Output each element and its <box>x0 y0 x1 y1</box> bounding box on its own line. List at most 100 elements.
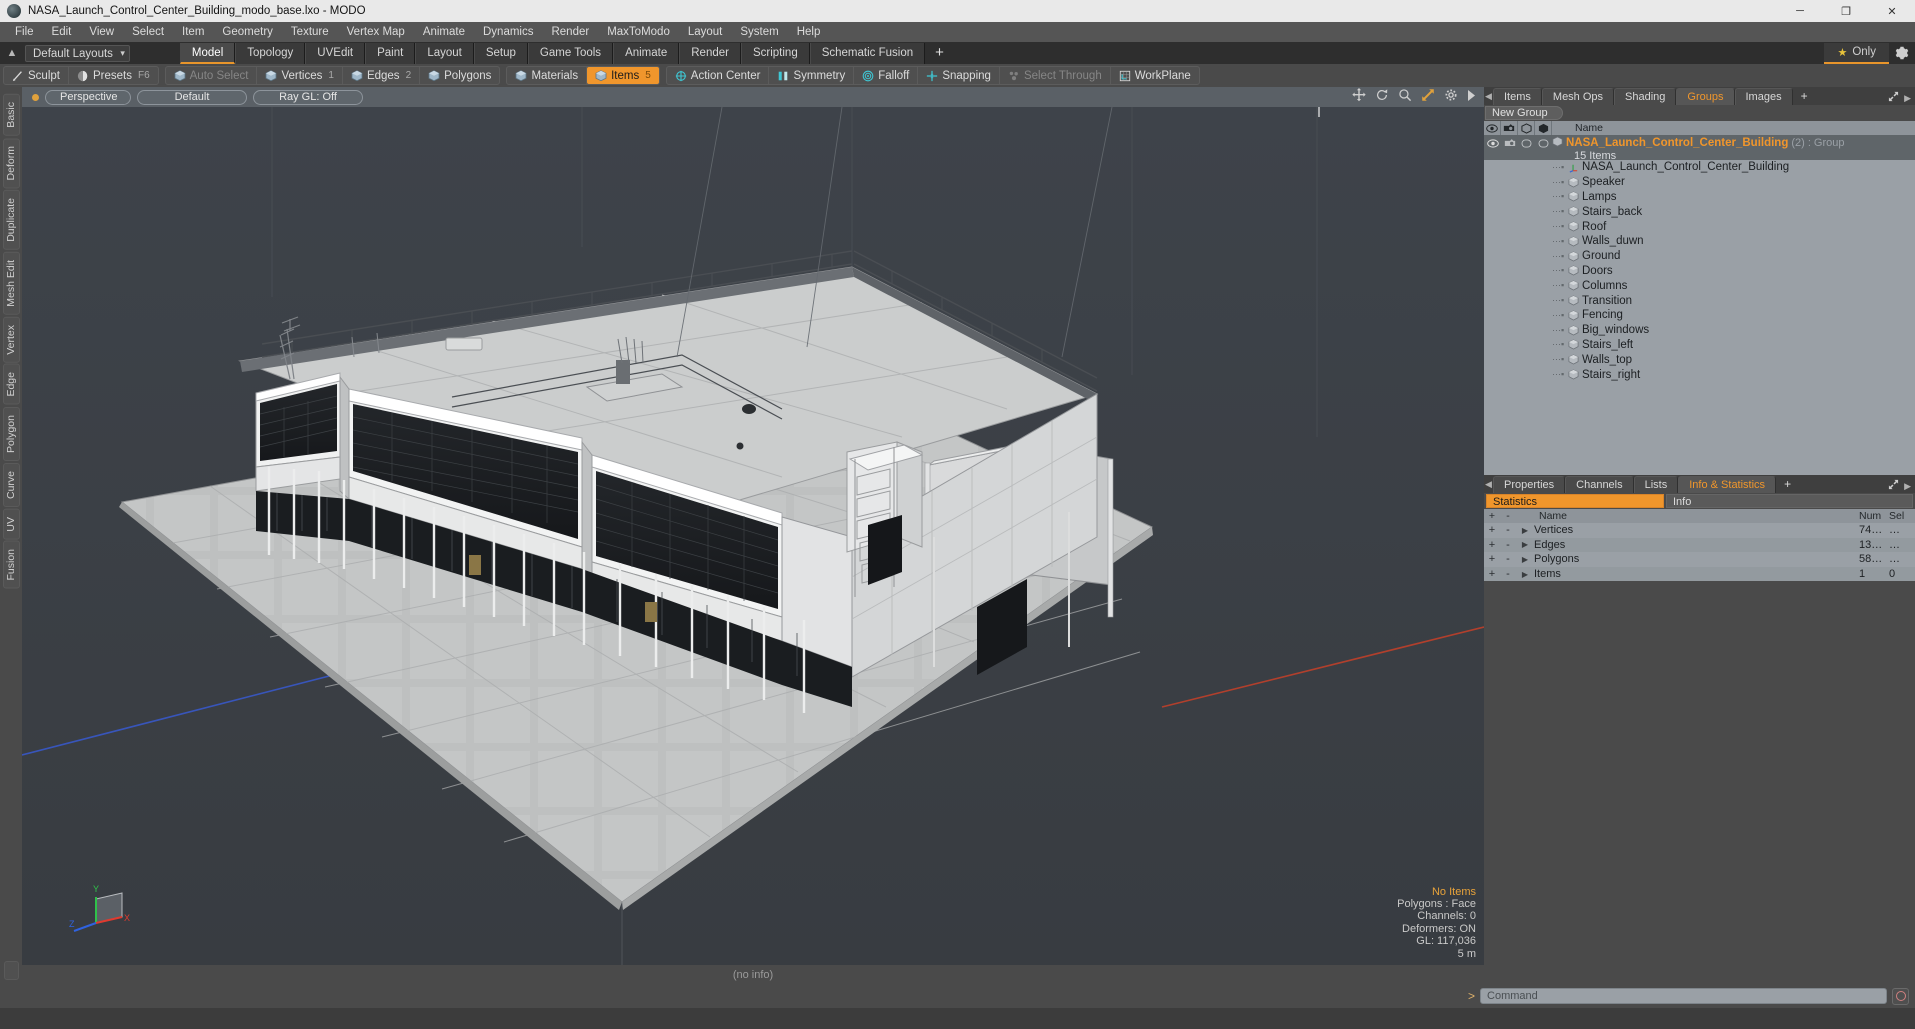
layout-tab-model[interactable]: Model <box>179 43 236 64</box>
tree-item-toggles[interactable] <box>1484 249 1552 263</box>
stats-row-expand-icon[interactable]: ▶ <box>1516 570 1534 579</box>
tree-item-row[interactable]: ⋯▪ NASA_Launch_Control_Center_Building <box>1484 160 1915 175</box>
stats-tab-lists[interactable]: Lists <box>1633 476 1679 493</box>
tool-button-workplane[interactable]: WorkPlane <box>1111 67 1199 84</box>
tree-item-toggles[interactable] <box>1484 294 1552 308</box>
tree-item-toggles[interactable] <box>1484 264 1552 278</box>
panel-tab-images[interactable]: Images <box>1734 88 1793 105</box>
layout-tab-schematic-fusion[interactable]: Schematic Fusion <box>809 43 926 64</box>
stats-row[interactable]: + - ▶ Edges 13…… <box>1484 537 1915 553</box>
fit-icon[interactable] <box>1421 88 1435 107</box>
tree-item-toggles[interactable] <box>1484 308 1552 322</box>
tree-item-toggles[interactable] <box>1484 323 1552 337</box>
tool-button-select-through[interactable]: Select Through <box>1000 67 1111 84</box>
rotate-icon[interactable] <box>1375 88 1389 107</box>
layout-tab-scripting[interactable]: Scripting <box>740 43 810 64</box>
tabs-scroll-left-icon[interactable]: ◀ <box>1484 88 1493 105</box>
left-tab-basic[interactable]: Basic <box>2 94 20 136</box>
tree-item-row[interactable]: ⋯▪ Fencing <box>1484 308 1915 323</box>
stats-row-expand-icon[interactable]: ▶ <box>1516 526 1534 535</box>
menu-item-help[interactable]: Help <box>788 22 830 42</box>
tool-button-auto-select[interactable]: Auto Select <box>166 67 258 84</box>
tree-item-row[interactable]: ⋯▪ Stairs_right <box>1484 367 1915 382</box>
left-tab-polygon[interactable]: Polygon <box>2 406 20 461</box>
view-mode-dropdown[interactable]: Perspective <box>45 89 131 105</box>
stats-row-expand-icon[interactable]: ▶ <box>1516 555 1534 564</box>
layout-tab-render[interactable]: Render <box>679 43 741 64</box>
tree-item-row[interactable]: ⋯▪ Big_windows <box>1484 323 1915 338</box>
tool-button-edges[interactable]: Edges 2 <box>343 67 421 84</box>
add-tab-button[interactable]: + <box>1793 88 1816 105</box>
layout-tab-topology[interactable]: Topology <box>235 43 306 64</box>
panel-tab-items[interactable]: Items <box>1493 88 1542 105</box>
tree-item-row[interactable]: ⋯▪ Doors <box>1484 264 1915 279</box>
stats-tabs-scroll-right-icon[interactable]: ▶ <box>1904 481 1911 492</box>
gear-icon[interactable] <box>1444 88 1458 107</box>
tree-item-toggles[interactable] <box>1484 205 1552 219</box>
layout-tab-layout[interactable]: Layout <box>415 43 474 64</box>
stats-tab-properties[interactable]: Properties <box>1493 476 1566 493</box>
tree-item-toggles[interactable] <box>1484 338 1552 352</box>
tree-item-row[interactable]: ⋯▪ Stairs_left <box>1484 338 1915 353</box>
stats-row-minus[interactable]: - <box>1500 553 1516 565</box>
menu-item-render[interactable]: Render <box>542 22 598 42</box>
tree-item-toggles[interactable] <box>1484 279 1552 293</box>
left-tab-duplicate[interactable]: Duplicate <box>2 190 20 250</box>
info-segment-button[interactable]: Info <box>1666 494 1913 508</box>
tree-item-row[interactable]: ⋯▪ Roof <box>1484 219 1915 234</box>
menu-item-view[interactable]: View <box>80 22 123 42</box>
tree-item-row[interactable]: ⋯▪ Speaker <box>1484 175 1915 190</box>
move-icon[interactable] <box>1352 87 1366 107</box>
raygl-toggle[interactable]: Ray GL: Off <box>253 89 363 105</box>
tabs-scroll-right-icon[interactable]: ▶ <box>1904 93 1911 104</box>
left-tab-edge[interactable]: Edge <box>2 364 20 405</box>
tree-item-row[interactable]: ⋯▪ Transition <box>1484 293 1915 308</box>
maximize-button[interactable]: ❐ <box>1823 0 1869 22</box>
stats-expand-panel-icon[interactable] <box>1888 479 1899 493</box>
tree-item-row[interactable]: ⋯▪ Lamps <box>1484 190 1915 205</box>
viewport-3d[interactable]: Y X Z No Items Polygons : Face Channels:… <box>22 107 1484 965</box>
menu-item-item[interactable]: Item <box>173 22 213 42</box>
menu-item-select[interactable]: Select <box>123 22 173 42</box>
menu-item-vertex-map[interactable]: Vertex Map <box>338 22 414 42</box>
tool-button-falloff[interactable]: Falloff <box>854 67 919 84</box>
tree-item-row[interactable]: ⋯▪ Walls_duwn <box>1484 234 1915 249</box>
left-tab-deform[interactable]: Deform <box>2 137 20 189</box>
panel-tab-groups[interactable]: Groups <box>1676 88 1735 105</box>
stats-row[interactable]: + - ▶ Polygons 58…… <box>1484 552 1915 567</box>
group-wireframe-toggle[interactable] <box>1518 137 1535 149</box>
tree-item-toggles[interactable] <box>1484 353 1552 367</box>
stats-row-plus[interactable]: + <box>1484 539 1500 551</box>
stats-tab-channels[interactable]: Channels <box>1565 476 1634 493</box>
tree-item-row[interactable]: ⋯▪ Stairs_back <box>1484 204 1915 219</box>
shading-mode-dropdown[interactable]: Default <box>137 89 247 105</box>
left-tab-curve[interactable]: Curve <box>2 462 20 507</box>
collapse-arrow-icon[interactable]: ▲ <box>4 47 20 59</box>
menu-item-file[interactable]: File <box>6 22 43 42</box>
stats-row-minus[interactable]: - <box>1500 539 1516 551</box>
left-tabs-extra-button[interactable] <box>3 961 19 980</box>
left-tab-mesh-edit[interactable]: Mesh Edit <box>2 251 20 315</box>
tool-button-materials[interactable]: Materials <box>507 67 588 84</box>
tree-item-toggles[interactable] <box>1484 190 1552 204</box>
stats-row[interactable]: + - ▶ Items 1 0 <box>1484 566 1915 582</box>
menu-item-edit[interactable]: Edit <box>43 22 81 42</box>
stats-row[interactable]: + - ▶ Vertices 74…… <box>1484 523 1915 538</box>
play-icon[interactable] <box>1467 88 1476 106</box>
tool-button-items[interactable]: Items 5 <box>587 67 659 84</box>
minimize-button[interactable]: ─ <box>1777 0 1823 22</box>
layout-tab-animate[interactable]: Animate <box>613 43 680 64</box>
group-tree[interactable]: NASA_Launch_Control_Center_Building (2) … <box>1484 135 1915 475</box>
group-render-toggle[interactable] <box>1501 137 1518 149</box>
tree-item-toggles[interactable] <box>1484 368 1552 382</box>
left-tab-vertex[interactable]: Vertex <box>2 316 20 363</box>
tree-item-row[interactable]: ⋯▪ Walls_top <box>1484 352 1915 367</box>
tool-button-sculpt[interactable]: Sculpt <box>4 67 69 84</box>
tree-item-toggles[interactable] <box>1484 160 1552 174</box>
panel-tab-mesh-ops[interactable]: Mesh Ops <box>1541 88 1615 105</box>
stats-add-tab-button[interactable]: + <box>1776 476 1799 493</box>
group-shaded-toggle[interactable] <box>1535 137 1552 149</box>
tool-button-vertices[interactable]: Vertices 1 <box>257 67 343 84</box>
close-button[interactable]: ✕ <box>1869 0 1915 22</box>
tool-button-polygons[interactable]: Polygons <box>420 67 499 84</box>
